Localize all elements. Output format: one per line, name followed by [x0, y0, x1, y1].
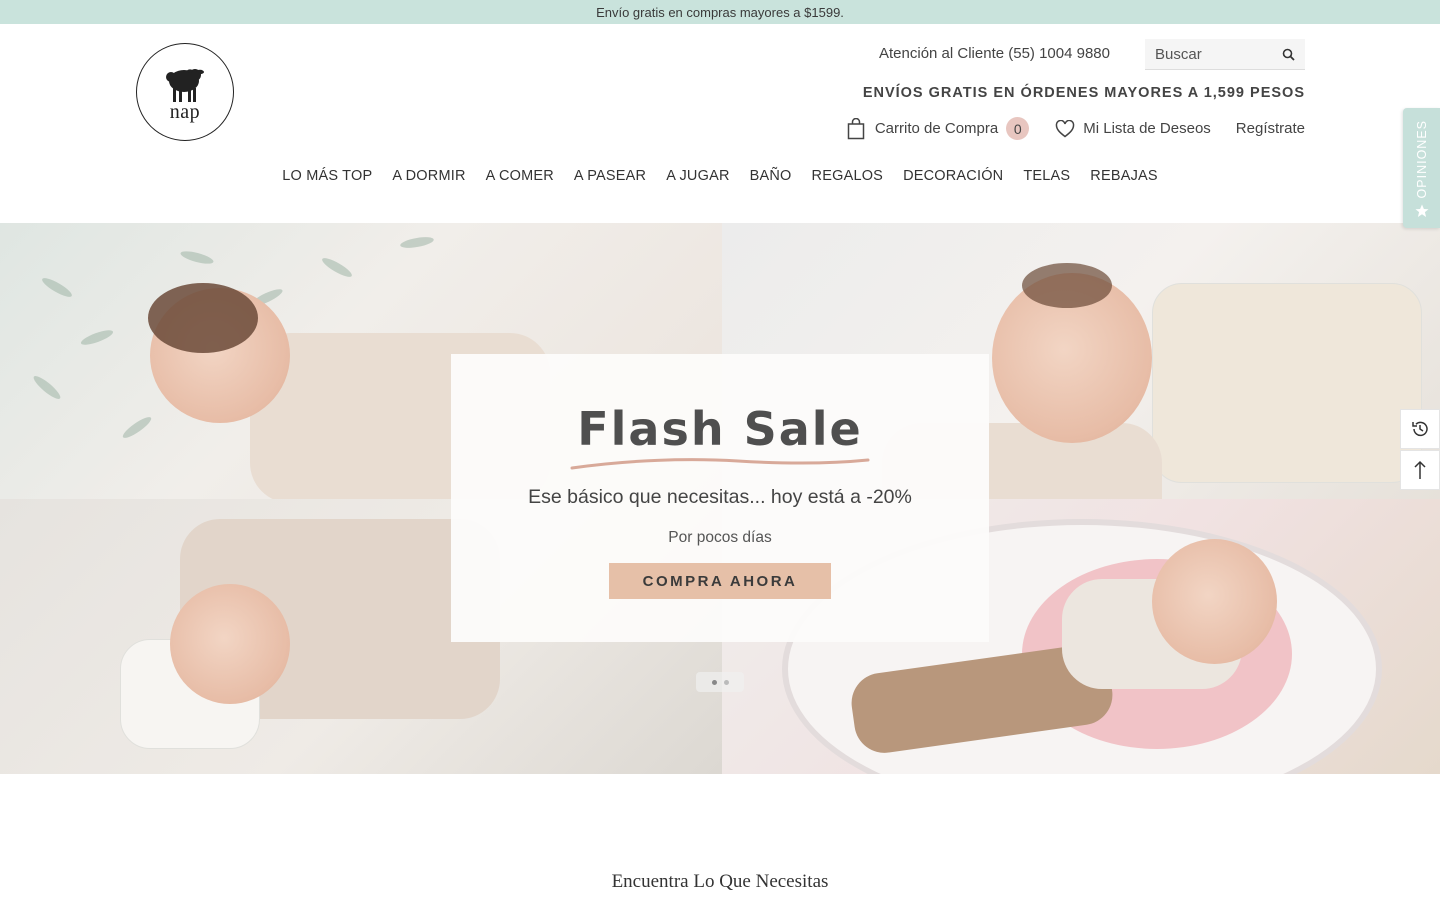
search-button[interactable]: [1273, 39, 1303, 70]
wishlist-link[interactable]: Mi Lista de Deseos: [1055, 119, 1211, 138]
nav-item-a-jugar[interactable]: A JUGAR: [666, 168, 729, 184]
arrow-up-icon: [1414, 460, 1426, 479]
promo-small-text: Por pocos días: [668, 529, 772, 546]
promo-title: Flash Sale: [577, 402, 863, 456]
nav-item-telas[interactable]: TELAS: [1023, 168, 1070, 184]
nav-item-a-pasear[interactable]: A PASEAR: [574, 168, 646, 184]
slider-dot[interactable]: [723, 679, 729, 685]
brush-underline: [570, 458, 870, 470]
register-label: Regístrate: [1235, 120, 1305, 137]
history-icon: [1412, 421, 1428, 437]
back-to-top-button[interactable]: [1400, 450, 1440, 490]
nav-item-lo-mas-top[interactable]: LO MÁS TOP: [282, 168, 372, 184]
logo[interactable]: nap: [136, 43, 234, 141]
nav-item-a-dormir[interactable]: A DORMIR: [392, 168, 465, 184]
wishlist-label: Mi Lista de Deseos: [1083, 120, 1211, 137]
section-title: Encuentra Lo Que Necesitas: [611, 871, 829, 892]
reviews-tab[interactable]: OPINIONES: [1403, 108, 1440, 228]
recently-viewed-button[interactable]: [1400, 409, 1440, 449]
reviews-tab-label: OPINIONES: [1414, 119, 1429, 198]
search-bar: [1145, 39, 1305, 70]
customer-service-phone[interactable]: Atención al Cliente (55) 1004 9880: [840, 45, 1110, 62]
main-nav: LO MÁS TOP A DORMIR A COMER A PASEAR A J…: [0, 168, 1440, 184]
nav-item-regalos[interactable]: REGALOS: [812, 168, 884, 184]
search-icon: [1282, 48, 1295, 61]
shopping-bag-icon: [847, 117, 865, 139]
nav-item-decoracion[interactable]: DECORACIÓN: [903, 168, 1003, 184]
logo-text: nap: [169, 100, 201, 123]
lamb-icon: [166, 68, 204, 102]
hero-banner[interactable]: Flash Sale Ese básico que necesitas... h…: [0, 223, 1440, 774]
cart-label: Carrito de Compra: [874, 120, 999, 137]
register-link[interactable]: Regístrate: [1236, 120, 1305, 137]
nav-item-a-comer[interactable]: A COMER: [486, 168, 554, 184]
announcement-text: Envío gratis en compras mayores a $1599.: [596, 4, 844, 20]
slider-dots: [696, 672, 744, 692]
promo-subtitle: Ese básico que necesitas... hoy está a -…: [528, 486, 912, 508]
star-icon: [1415, 204, 1428, 217]
search-input[interactable]: [1145, 39, 1273, 69]
slider-dot[interactable]: [711, 679, 717, 685]
nav-item-rebajas[interactable]: REBAJAS: [1090, 168, 1157, 184]
promo-card: Flash Sale Ese básico que necesitas... h…: [451, 354, 989, 642]
nav-item-bano[interactable]: BAÑO: [750, 168, 792, 184]
shop-now-button[interactable]: COMPRA AHORA: [609, 563, 831, 599]
header-utilities: Carrito de Compra 0 Mi Lista de Deseos R…: [847, 117, 1305, 140]
shipping-note: ENVÍOS GRATIS EN ÓRDENES MAYORES A 1,599…: [862, 85, 1305, 101]
announcement-bar: Envío gratis en compras mayores a $1599.: [0, 0, 1440, 24]
cart-link[interactable]: Carrito de Compra 0: [847, 117, 1030, 140]
heart-icon: [1055, 119, 1075, 137]
cart-count-badge: 0: [1006, 117, 1030, 140]
